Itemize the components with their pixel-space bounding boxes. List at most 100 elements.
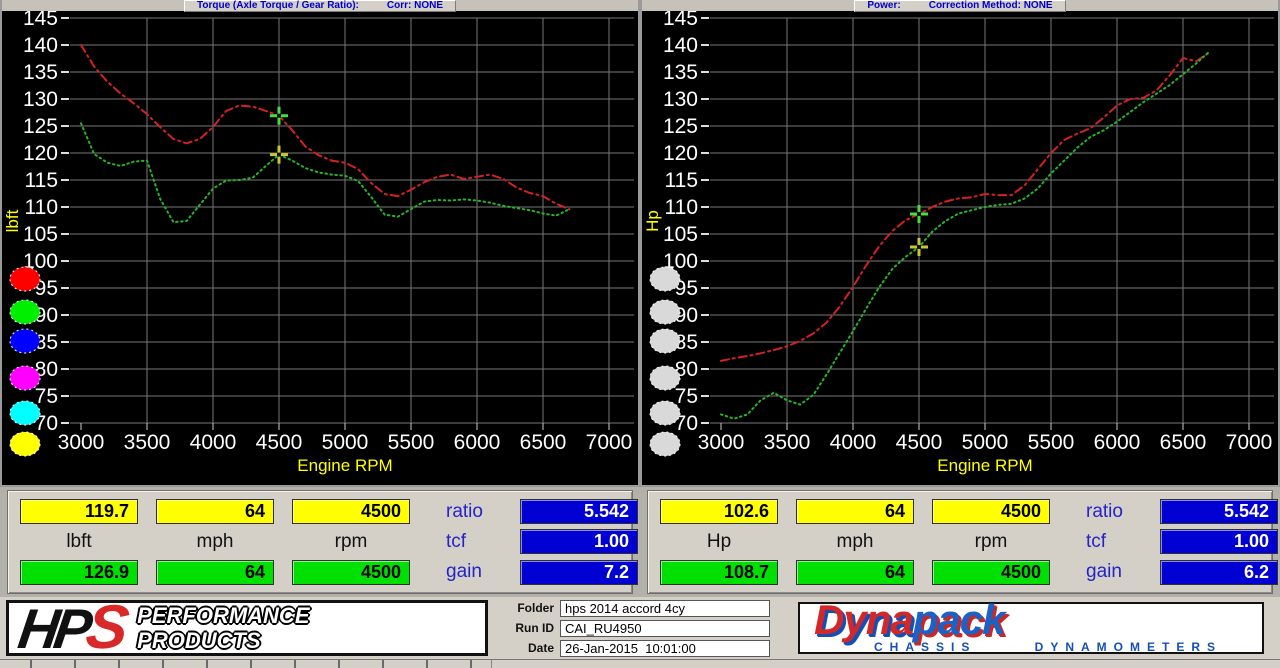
power-run-value: 108.7 [660, 560, 778, 585]
torque-run-value: 126.9 [20, 560, 138, 585]
power-cursor-mph: 64 [796, 499, 914, 524]
run-select-button-2[interactable] [10, 300, 40, 324]
dynapack-wordmark: Dynapack [814, 602, 1248, 638]
run-select-button-6[interactable] [10, 432, 40, 456]
tcf-label: tcf [446, 531, 502, 553]
gain-label: gain [446, 561, 502, 583]
torque-header-box: Torque (Axle Torque / Gear Ratio): Corr:… [184, 0, 456, 12]
x-tick-label: 3000 [698, 431, 745, 454]
run-select-button-4[interactable] [10, 366, 40, 390]
hps-logo-words: PERFORMANCE PRODUCTS [137, 603, 309, 653]
run-select-button-5[interactable] [650, 401, 680, 425]
torque-cursor-value: 119.7 [20, 499, 138, 524]
date-label: Date [498, 641, 554, 655]
torque-chart-header: Torque (Axle Torque / Gear Ratio): Corr:… [2, 0, 638, 11]
y-tick-label: 135 [663, 61, 698, 84]
power-data-panel: 102.6 64 4500 ratio 5.542 Hp mph rpm tcf… [647, 490, 1273, 594]
power-run-rpm: 4500 [932, 560, 1050, 585]
torque-title: Torque (Axle Torque / Gear Ratio): [197, 1, 359, 11]
torque-data-panel: 119.7 64 4500 ratio 5.542 lbft mph rpm t… [7, 490, 633, 594]
y-tick-label: 110 [25, 196, 58, 219]
run-select-button-1[interactable] [650, 267, 680, 291]
y-axis-label: Hp [643, 210, 662, 232]
hps-performance-text: PERFORMANCE [137, 603, 309, 628]
run-id-field-row: Run ID [498, 620, 788, 637]
dynapack-dyna-text: Dyna [814, 596, 913, 643]
y-tick-label: 125 [663, 115, 698, 138]
y-tick-label: 105 [663, 223, 698, 246]
run-select-button-3[interactable] [10, 329, 40, 353]
bottom-cropped-strip [0, 659, 1280, 668]
power-cursor-value: 102.6 [660, 499, 778, 524]
cursor-marker-green-center [277, 114, 281, 118]
x-tick-label: 4500 [896, 431, 943, 454]
run-select-button-6[interactable] [650, 432, 680, 456]
torque-plot[interactable]: 7075808590951001051101151201251301351401… [2, 11, 638, 487]
cursor-marker-yellow-center [277, 153, 281, 157]
hps-logo: HPS PERFORMANCE PRODUCTS [6, 600, 488, 656]
ratio-label: ratio [1086, 501, 1142, 523]
torque-cursor-mph: 64 [156, 499, 274, 524]
folder-label: Folder [498, 601, 554, 615]
dynapack-dynamometers-text: DYNAMOMETERS [1035, 640, 1222, 654]
hps-products-text: PRODUCTS [137, 628, 309, 653]
torque-chart-panel: Torque (Axle Torque / Gear Ratio): Corr:… [0, 0, 640, 487]
run-id-label: Run ID [498, 621, 554, 635]
y-tick-label: 115 [665, 169, 698, 192]
x-tick-label: 7000 [586, 431, 633, 454]
x-tick-label: 4500 [256, 431, 303, 454]
y-tick-label: 140 [23, 34, 58, 57]
tcf-value: 1.00 [1160, 529, 1278, 554]
power-header-box: Power: Correction Method: NONE [854, 0, 1065, 12]
y-tick-label: 120 [23, 142, 58, 165]
y-tick-label: 145 [663, 11, 698, 30]
folder-input[interactable] [560, 600, 770, 617]
y-tick-label: 130 [23, 88, 58, 111]
run-info-fields: Folder Run ID Date [498, 600, 788, 657]
curve-baseline-run [721, 52, 1209, 419]
y-tick-label: 125 [23, 115, 58, 138]
y-tick-label: 135 [23, 61, 58, 84]
mph-unit-label: mph [156, 531, 274, 553]
x-tick-label: 5500 [1028, 431, 1075, 454]
torque-run-mph: 64 [156, 560, 274, 585]
run-select-button-3[interactable] [650, 329, 680, 353]
run-select-button-5[interactable] [10, 401, 40, 425]
cursor-marker-yellow-center [917, 245, 921, 249]
hps-hp-letters: HP [15, 597, 92, 660]
gain-value: 6.2 [1160, 560, 1278, 585]
date-input[interactable] [560, 640, 770, 657]
rpm-unit-label: rpm [292, 531, 410, 553]
y-tick-label: 105 [23, 223, 58, 246]
x-tick-label: 4000 [190, 431, 237, 454]
x-tick-label: 3000 [58, 431, 105, 454]
dynapack-logo: Dynapack CHASSIS DYNAMOMETERS [798, 602, 1264, 654]
power-plot[interactable]: 7075808590951001051101151201251301351401… [642, 11, 1278, 487]
y-tick-label: 140 [663, 34, 698, 57]
torque-unit-label: lbft [20, 531, 138, 553]
torque-cursor-rpm: 4500 [292, 499, 410, 524]
run-select-button-2[interactable] [650, 300, 680, 324]
date-field-row: Date [498, 640, 788, 657]
run-select-button-4[interactable] [650, 366, 680, 390]
y-axis-label: lbft [3, 209, 22, 232]
tcf-label: tcf [1086, 531, 1142, 553]
bottom-strip-marks [0, 660, 492, 668]
run-id-input[interactable] [560, 620, 770, 637]
data-row: 119.7 64 4500 ratio 5.542 lbft mph rpm t… [0, 487, 1280, 597]
cursor-marker-green-center [917, 212, 921, 216]
x-tick-label: 6000 [1094, 431, 1141, 454]
power-title: Power: [867, 1, 900, 11]
x-tick-label: 3500 [124, 431, 171, 454]
hps-logo-letters: HPS [16, 604, 127, 653]
run-select-button-1[interactable] [10, 267, 40, 291]
y-tick-label: 120 [663, 142, 698, 165]
y-tick-label: 130 [663, 88, 698, 111]
power-chart-header: Power: Correction Method: NONE [642, 0, 1278, 11]
dynapack-subtitle: CHASSIS DYNAMOMETERS [814, 638, 1248, 654]
y-tick-label: 115 [25, 169, 58, 192]
x-tick-label: 7000 [1226, 431, 1273, 454]
gain-value: 7.2 [520, 560, 638, 585]
power-correction-label: Correction Method: NONE [929, 1, 1053, 11]
power-unit-label: Hp [660, 531, 778, 553]
